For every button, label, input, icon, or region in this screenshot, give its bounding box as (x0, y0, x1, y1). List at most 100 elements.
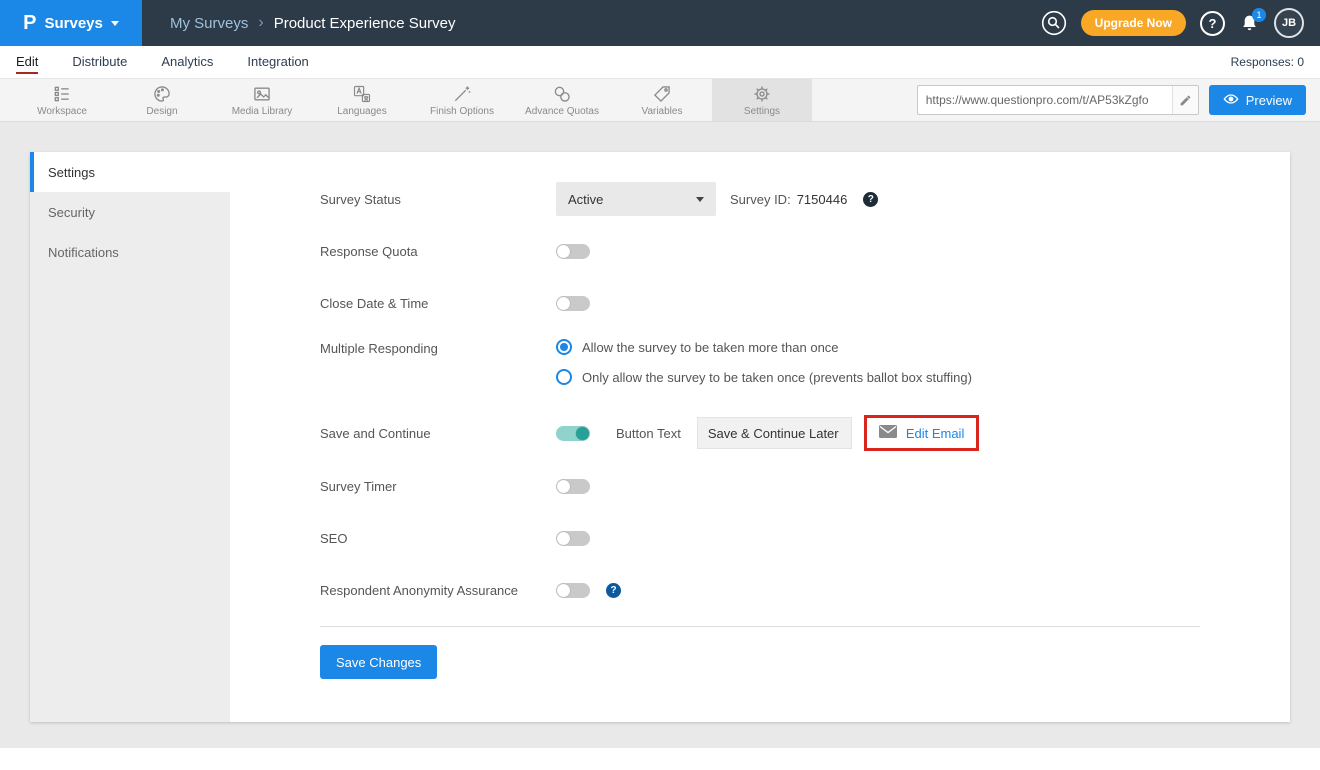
toolbar-item-design[interactable]: Design (112, 79, 212, 121)
radio-option-label: Allow the survey to be taken more than o… (582, 340, 839, 355)
breadcrumb-my-surveys[interactable]: My Surveys (170, 15, 248, 32)
preview-button[interactable]: Preview (1209, 85, 1306, 115)
chevron-down-icon (696, 197, 704, 202)
toolbar-item-workspace[interactable]: Workspace (12, 79, 112, 121)
multiple-responding-label: Multiple Responding (320, 339, 556, 356)
main-area: Settings Security Notifications Survey S… (0, 122, 1320, 748)
finish-options-icon (452, 84, 472, 104)
survey-url-input[interactable] (918, 93, 1172, 107)
toolbar-item-label: Variables (642, 106, 683, 117)
toolbar-item-settings[interactable]: Settings (712, 79, 812, 121)
tab-analytics[interactable]: Analytics (161, 47, 213, 78)
anonymity-label: Respondent Anonymity Assurance (320, 583, 556, 598)
edit-url-pencil-icon[interactable] (1172, 86, 1198, 114)
variables-icon (652, 84, 672, 104)
search-icon[interactable] (1041, 10, 1067, 36)
toolbar-item-label: Design (146, 106, 177, 117)
notifications-bell-icon[interactable]: 1 (1239, 13, 1260, 34)
settings-content: Survey Status Active Survey ID: 7150446 … (230, 152, 1290, 722)
languages-icon (352, 84, 372, 104)
setting-row-save-and-continue: Save and Continue Button Text Edit Email (320, 415, 1200, 451)
settings-gear-icon (752, 84, 772, 104)
button-text-input[interactable] (697, 417, 852, 449)
upgrade-now-button[interactable]: Upgrade Now (1081, 10, 1186, 36)
save-and-continue-toggle[interactable] (556, 426, 590, 441)
edit-email-link[interactable]: Edit Email (879, 425, 965, 441)
content-divider (320, 626, 1200, 627)
breadcrumb-separator-icon: › (258, 14, 263, 32)
top-header: P Surveys My Surveys › Product Experienc… (0, 0, 1320, 46)
notification-count-badge: 1 (1252, 8, 1266, 22)
survey-status-value: Active (568, 192, 603, 207)
anonymity-toggle[interactable] (556, 583, 590, 598)
radio-option-multiple[interactable]: Allow the survey to be taken more than o… (556, 339, 972, 355)
multiple-responding-options: Allow the survey to be taken more than o… (556, 339, 972, 385)
setting-row-response-quota: Response Quota (320, 235, 1200, 268)
seo-toggle[interactable] (556, 531, 590, 546)
sidebar-item-security[interactable]: Security (30, 192, 230, 232)
close-date-toggle[interactable] (556, 296, 590, 311)
tab-distribute[interactable]: Distribute (72, 47, 127, 78)
sidebar-item-notifications[interactable]: Notifications (30, 232, 230, 272)
survey-timer-label: Survey Timer (320, 479, 556, 494)
tab-edit[interactable]: Edit (16, 47, 38, 78)
settings-card: Settings Security Notifications Survey S… (30, 152, 1290, 722)
response-quota-label: Response Quota (320, 244, 556, 259)
advance-quotas-icon (552, 84, 572, 104)
toolbar-item-label: Advance Quotas (525, 106, 599, 117)
radio-selected-icon[interactable] (556, 339, 572, 355)
toolbar-item-advance-quotas[interactable]: Advance Quotas (512, 79, 612, 121)
button-text-label: Button Text (616, 426, 681, 441)
questionpro-logo-icon: P (23, 12, 36, 35)
app-logo-surveys-menu[interactable]: P Surveys (0, 0, 142, 46)
toolbar-item-languages[interactable]: Languages (312, 79, 412, 121)
setting-row-multiple-responding: Multiple Responding Allow the survey to … (320, 339, 1200, 385)
toolbar-item-variables[interactable]: Variables (612, 79, 712, 121)
response-quota-toggle[interactable] (556, 244, 590, 259)
toolbar-item-label: Finish Options (430, 106, 494, 117)
workspace-icon (52, 84, 72, 104)
email-envelope-icon (879, 425, 897, 441)
responses-count: Responses: 0 (1231, 55, 1304, 69)
seo-label: SEO (320, 531, 556, 546)
section-tabs: Edit Distribute Analytics Integration Re… (0, 46, 1320, 78)
user-avatar[interactable]: JB (1274, 8, 1304, 38)
toolbar-item-media-library[interactable]: Media Library (212, 79, 312, 121)
radio-option-once[interactable]: Only allow the survey to be taken once (… (556, 369, 972, 385)
breadcrumb: My Surveys › Product Experience Survey (170, 14, 455, 32)
setting-row-survey-status: Survey Status Active Survey ID: 7150446 … (320, 182, 1200, 216)
anonymity-help-icon[interactable]: ? (606, 583, 621, 598)
save-changes-button[interactable]: Save Changes (320, 645, 437, 679)
setting-row-anonymity: Respondent Anonymity Assurance ? (320, 574, 1200, 607)
toolbar-item-label: Media Library (232, 106, 293, 117)
survey-id-help-icon[interactable]: ? (863, 192, 878, 207)
product-label: Surveys (44, 15, 102, 32)
settings-sidebar: Settings Security Notifications (30, 152, 230, 722)
toolbar-item-label: Languages (337, 106, 387, 117)
sidebar-item-settings[interactable]: Settings (30, 152, 230, 192)
design-icon (152, 84, 172, 104)
survey-url-field (917, 85, 1199, 115)
breadcrumb-survey-title: Product Experience Survey (274, 15, 456, 32)
annotation-highlight-box: Edit Email (864, 415, 980, 451)
header-actions: Upgrade Now ? 1 JB (1041, 8, 1320, 38)
survey-timer-toggle[interactable] (556, 479, 590, 494)
edit-email-label: Edit Email (906, 426, 965, 441)
save-and-continue-label: Save and Continue (320, 426, 556, 441)
tab-integration[interactable]: Integration (247, 47, 308, 78)
survey-id-label: Survey ID: (730, 192, 791, 207)
toolbar-item-finish-options[interactable]: Finish Options (412, 79, 512, 121)
close-date-label: Close Date & Time (320, 296, 556, 311)
toolbar-item-label: Settings (744, 106, 780, 117)
setting-row-survey-timer: Survey Timer (320, 470, 1200, 503)
radio-option-label: Only allow the survey to be taken once (… (582, 370, 972, 385)
media-library-icon (252, 84, 272, 104)
chevron-down-icon (111, 21, 119, 26)
setting-row-close-date: Close Date & Time (320, 287, 1200, 320)
help-icon[interactable]: ? (1200, 11, 1225, 36)
radio-unselected-icon[interactable] (556, 369, 572, 385)
survey-id-group: Survey ID: 7150446 (730, 192, 847, 207)
toolbar-item-label: Workspace (37, 106, 87, 117)
eye-icon (1223, 93, 1239, 108)
survey-status-dropdown[interactable]: Active (556, 182, 716, 216)
